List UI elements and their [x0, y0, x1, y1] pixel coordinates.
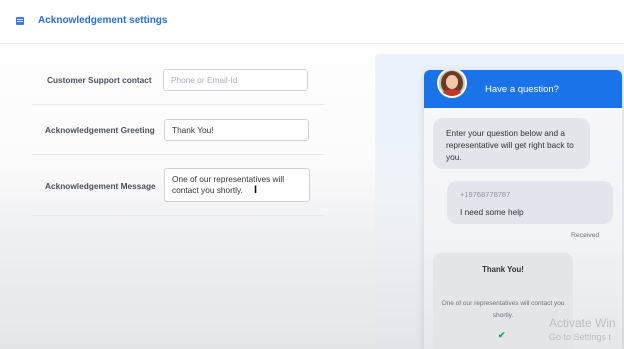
activation-watermark: Activate Win	[549, 316, 616, 330]
agent-message-bubble: Enter your question below and a represen…	[433, 118, 590, 169]
checkmark-icon: ✔	[498, 330, 506, 340]
ack-message: One of our representatives will contact …	[441, 300, 565, 319]
header: Acknowledgement settings	[0, 0, 624, 44]
page-title: Acknowledgement settings	[38, 15, 168, 26]
support-contact-input[interactable]: Phone or Email-Id	[163, 69, 308, 91]
support-contact-label: Customer Support contact	[47, 75, 152, 85]
message-label: Acknowledgement Message	[45, 181, 156, 191]
user-message-text: I need some help	[460, 207, 524, 217]
list-icon[interactable]	[16, 17, 24, 25]
chat-widget-preview: Have a question? Enter your question bel…	[424, 70, 622, 349]
ack-title: Thank You!	[482, 265, 524, 274]
chat-title: Have a question?	[485, 84, 559, 95]
message-textarea[interactable]: One of our representatives will contact …	[164, 168, 310, 202]
user-phone: +19768778787	[460, 190, 511, 199]
activation-watermark-sub: Go to Settings t	[549, 332, 612, 342]
user-message-bubble: +19768778787 I need some help	[447, 181, 613, 224]
avatar	[437, 70, 467, 98]
message-status: Received	[571, 232, 600, 239]
chat-header: Have a question?	[424, 70, 622, 108]
greeting-input[interactable]: Thank You!	[164, 119, 309, 141]
greeting-label: Acknowledgement Greeting	[45, 125, 155, 135]
text-cursor-icon: I	[254, 184, 258, 196]
